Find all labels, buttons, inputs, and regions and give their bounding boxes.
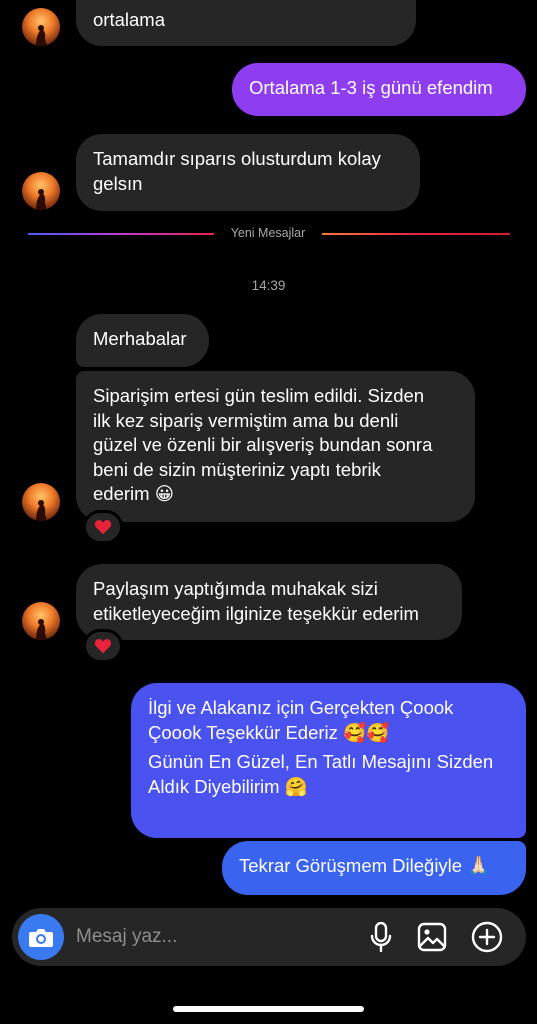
message-text: etiketleyeceğim ilginize teşekkür ederim	[93, 602, 419, 624]
message-text: Ortalama 1-3 iş günü efendim	[249, 77, 493, 98]
message-text: Tamamdır sıparıs olusturdum kolay	[93, 148, 381, 169]
incoming-message[interactable]: Tamamdır sıparıs olusturdum kolay gelsın	[76, 134, 420, 211]
timestamp: 14:39	[251, 278, 286, 293]
heart-reaction[interactable]	[83, 629, 123, 663]
gallery-button[interactable]	[415, 920, 449, 954]
message-text: ortalama	[93, 9, 165, 30]
incoming-message[interactable]: Paylaşım yaptığımda muhakak sizi etiketl…	[76, 564, 462, 640]
add-button[interactable]	[470, 920, 504, 954]
message-text: beni de sizin müşteriniz yaptı tebrik	[93, 458, 381, 480]
message-text: Günün En Güzel, En Tatlı Mesajını Sizden	[148, 751, 494, 772]
gallery-icon	[417, 922, 447, 952]
new-messages-divider-right	[322, 233, 510, 235]
new-messages-label: Yeni Mesajlar	[230, 226, 306, 240]
camera-button[interactable]	[18, 914, 64, 960]
message-text: Merhabalar	[93, 328, 187, 349]
outgoing-message[interactable]: Ortalama 1-3 iş günü efendim	[232, 63, 526, 116]
heart-reaction[interactable]	[83, 510, 123, 544]
contact-avatar[interactable]	[22, 172, 60, 210]
camera-icon	[29, 929, 53, 947]
new-messages-divider-left	[28, 233, 214, 235]
message-text: Paylaşım yaptığımda muhakak sizi	[93, 578, 378, 599]
message-text: Aldık Diyebilirim 🤗	[148, 775, 308, 797]
heart-icon	[94, 520, 112, 535]
message-input[interactable]	[76, 922, 336, 952]
add-icon	[471, 921, 503, 953]
message-text: İlgi ve Alakanız için Gerçekten Çoook	[148, 697, 454, 718]
microphone-icon	[370, 922, 392, 952]
message-text: güzel ve özenli bir alışveriş bundan son…	[93, 434, 433, 455]
incoming-message[interactable]: Merhabalar	[76, 314, 209, 367]
microphone-button[interactable]	[364, 920, 398, 954]
home-indicator	[173, 1006, 364, 1012]
message-composer	[12, 908, 526, 966]
heart-icon	[94, 639, 112, 654]
outgoing-message[interactable]: Tekrar Görüşmem Dileğiyle 🙏🏻	[222, 841, 526, 895]
message-text: ederim 😀	[93, 483, 174, 504]
outgoing-message[interactable]: İlgi ve Alakanız için Gerçekten Çoook Ço…	[131, 683, 526, 838]
message-text: Tekrar Görüşmem Dileğiyle 🙏🏻	[239, 855, 491, 876]
message-text: Çoook Teşekkür Ederiz 🥰🥰	[148, 721, 390, 743]
message-text: ilk kez sipariş vermiştim ama bu denli	[93, 409, 399, 431]
contact-avatar[interactable]	[22, 483, 60, 521]
contact-avatar[interactable]	[22, 8, 60, 46]
contact-avatar[interactable]	[22, 602, 60, 640]
incoming-message[interactable]: ortalama	[76, 0, 416, 46]
message-text: gelsın	[93, 172, 143, 194]
message-text: Siparişim ertesi gün teslim edildi. Sizd…	[93, 385, 425, 406]
incoming-message[interactable]: Siparişim ertesi gün teslim edildi. Sizd…	[76, 371, 475, 522]
